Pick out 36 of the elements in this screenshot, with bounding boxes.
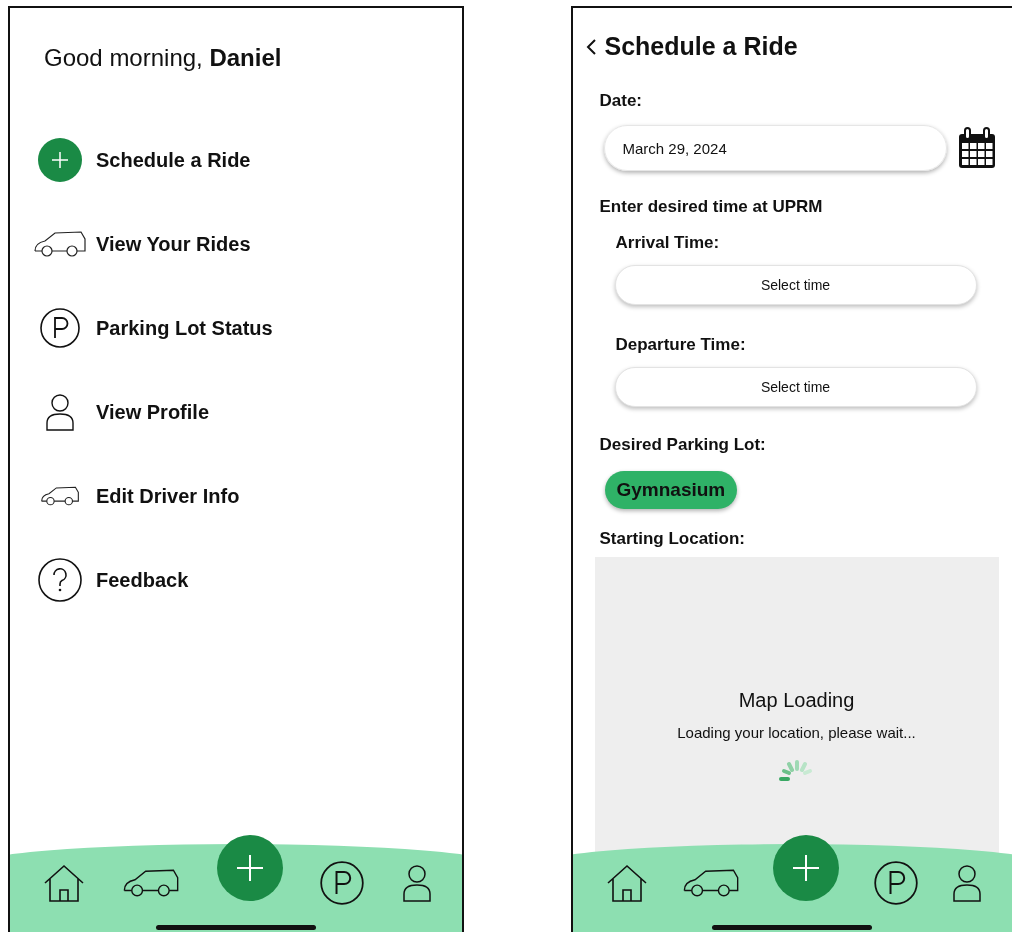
map-loading-title: Map Loading xyxy=(738,689,855,712)
time-heading: Enter desired time at UPRM xyxy=(599,197,824,217)
question-icon[interactable] xyxy=(37,557,83,603)
menu-item[interactable]: View Profile xyxy=(96,400,209,424)
car-icon[interactable] xyxy=(681,867,740,899)
person-icon[interactable] xyxy=(952,863,982,903)
car-icon[interactable] xyxy=(38,485,82,507)
select-time-button[interactable]: Select time xyxy=(614,367,977,407)
parking-icon[interactable] xyxy=(872,860,919,906)
person-icon[interactable] xyxy=(401,863,432,903)
screen-title: Schedule a Ride xyxy=(604,32,798,61)
person-icon[interactable] xyxy=(45,393,75,431)
departure-label: Departure Time: xyxy=(615,335,747,355)
add-button[interactable] xyxy=(773,835,840,901)
car-icon[interactable] xyxy=(33,229,87,259)
parking-icon[interactable] xyxy=(39,307,81,349)
menu-item[interactable]: Feedback xyxy=(96,568,189,592)
parking-lot-label: Desired Parking Lot: xyxy=(599,435,767,455)
arrival-label: Arrival Time: xyxy=(615,233,721,253)
menu-item[interactable]: Schedule a Ride xyxy=(96,148,251,172)
parking-icon[interactable] xyxy=(319,860,366,906)
parking-lot-chip[interactable]: Gymnasium xyxy=(604,471,738,509)
back-icon[interactable] xyxy=(584,37,597,56)
date-label: Date: xyxy=(599,91,643,111)
calendar-icon[interactable] xyxy=(956,126,997,170)
car-icon[interactable] xyxy=(122,867,181,899)
greeting: Good morning, Daniel xyxy=(44,44,283,72)
plus-circle-icon[interactable] xyxy=(38,138,82,182)
menu-item[interactable]: Edit Driver Info xyxy=(96,484,240,508)
menu-item[interactable]: View Your Rides xyxy=(96,232,251,256)
map-loading-message: Loading your location, please wait... xyxy=(677,724,916,741)
starting-location-label: Starting Location: xyxy=(599,529,746,549)
menu-item[interactable]: Parking Lot Status xyxy=(96,316,273,340)
add-button[interactable] xyxy=(216,835,283,901)
home-icon[interactable] xyxy=(42,863,86,903)
select-time-button[interactable]: Select time xyxy=(614,265,977,305)
